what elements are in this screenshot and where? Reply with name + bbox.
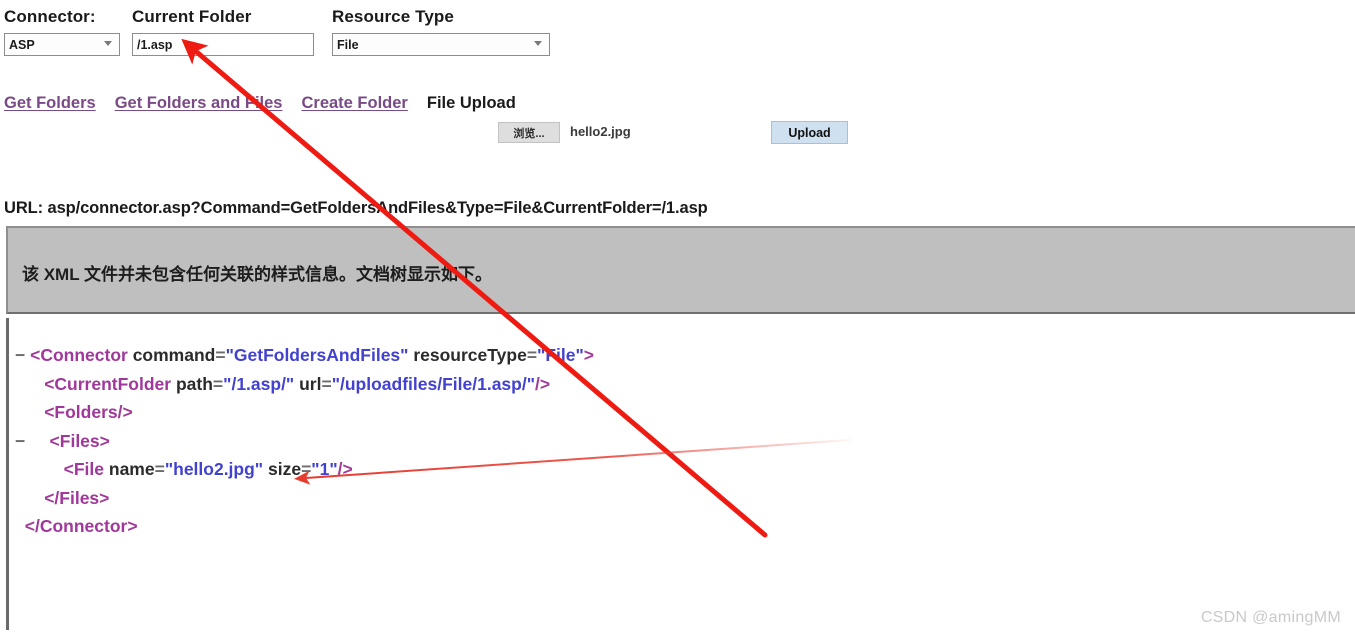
xml-tw: < — [44, 402, 55, 422]
link-get-folders-and-files[interactable]: Get Folders and Files — [115, 94, 283, 113]
connector-label: Connector: — [4, 7, 96, 26]
xml-tag: Folders — [54, 402, 118, 422]
xml-indent — [15, 402, 44, 422]
xml-eq: = — [526, 345, 538, 365]
xml-tw: </ — [24, 516, 40, 536]
xml-eq: = — [301, 459, 312, 479]
page-root: Connector: ASP Current Folder /1.asp Res… — [0, 0, 1355, 635]
resource-type-label: Resource Type — [332, 7, 454, 26]
upload-button[interactable]: Upload — [771, 121, 848, 144]
xml-line: − <Files> — [15, 427, 594, 456]
chevron-down-icon — [104, 40, 113, 49]
xml-tw: > — [99, 430, 110, 451]
xml-indent — [15, 459, 64, 479]
xml-line: <Folders/> — [15, 398, 594, 427]
current-folder-field-group: Current Folder /1.asp — [132, 6, 314, 56]
selected-file-name: hello2.jpg — [570, 124, 631, 139]
xml-attr: command — [127, 345, 216, 365]
chevron-down-icon — [534, 40, 543, 49]
resource-type-field-group: Resource Type File — [332, 6, 550, 56]
resource-type-select[interactable]: File — [332, 33, 550, 56]
resource-type-select-value: File — [337, 37, 359, 52]
xml-tw: > — [583, 345, 595, 365]
xml-val: "File" — [537, 345, 584, 365]
xml-tw: > — [99, 487, 110, 508]
xml-tree: − <Connector command="GetFoldersAndFiles… — [15, 341, 594, 541]
xml-eq: = — [154, 459, 165, 479]
collapse-toggle-icon[interactable]: − — [15, 431, 50, 451]
xml-tw: < — [49, 430, 60, 451]
xml-val: "/1.asp/" — [223, 373, 295, 394]
csdn-watermark: CSDN @amingMM — [1200, 609, 1341, 626]
xml-eq: = — [321, 373, 332, 394]
xml-tw: > — [127, 516, 138, 536]
xml-indent — [15, 488, 44, 508]
xml-tag: CurrentFolder — [54, 373, 172, 394]
browse-button[interactable]: 浏览... — [498, 122, 560, 143]
connector-field-group: Connector: ASP — [4, 6, 120, 56]
xml-tw: </ — [44, 487, 60, 508]
xml-document-tree-panel: − <Connector command="GetFoldersAndFiles… — [6, 318, 1355, 630]
xml-tag: File — [73, 459, 105, 479]
collapse-toggle-icon[interactable]: − — [15, 345, 30, 365]
xml-line: − <Connector command="GetFoldersAndFiles… — [15, 341, 594, 370]
xml-line: </Connector> — [15, 512, 594, 541]
current-folder-input[interactable]: /1.asp — [132, 33, 314, 56]
file-upload-label: File Upload — [426, 94, 516, 112]
command-links-row: Get Folders Get Folders and Files Create… — [4, 94, 516, 118]
xml-style-notice-text: 该 XML 文件并未包含任何关联的样式信息。文档树显示如下。 — [22, 265, 493, 284]
xml-attr: path — [171, 373, 213, 394]
link-get-folders[interactable]: Get Folders — [4, 94, 96, 113]
xml-indent — [15, 516, 25, 536]
xml-line: <CurrentFolder path="/1.asp/" url="/uplo… — [15, 370, 594, 399]
xml-val: "1" — [311, 459, 338, 479]
xml-tag: Files — [59, 487, 100, 508]
link-create-folder[interactable]: Create Folder — [301, 94, 407, 113]
xml-tw: /> — [337, 459, 353, 479]
xml-tw: < — [30, 345, 41, 365]
xml-attr: resourceType — [408, 345, 527, 365]
xml-indent — [15, 374, 44, 394]
xml-tw: < — [44, 373, 55, 394]
xml-eq: = — [212, 373, 224, 394]
xml-tag: Connector — [39, 516, 128, 536]
connector-select[interactable]: ASP — [4, 33, 120, 56]
xml-eq: = — [215, 345, 226, 365]
xml-val: "/uploadfiles/File/1.asp/" — [331, 373, 536, 394]
xml-tw: /> — [117, 402, 133, 422]
xml-attr: size — [263, 459, 302, 479]
xml-attr: url — [294, 373, 322, 394]
xml-tag: Files — [59, 430, 100, 451]
current-folder-value: /1.asp — [137, 37, 173, 52]
xml-style-notice-banner: 该 XML 文件并未包含任何关联的样式信息。文档树显示如下。 — [6, 226, 1355, 314]
xml-line: </Files> — [15, 484, 594, 513]
connector-select-value: ASP — [9, 37, 35, 52]
xml-tw: /> — [535, 373, 551, 394]
xml-attr: name — [104, 459, 155, 479]
xml-tw: < — [63, 459, 74, 479]
xml-line: <File name="hello2.jpg" size="1"/> — [15, 455, 594, 484]
request-url-text: URL: asp/connector.asp?Command=GetFolder… — [4, 199, 708, 217]
current-folder-label: Current Folder — [132, 7, 252, 26]
connector-form-row: Connector: ASP Current Folder /1.asp Res… — [0, 6, 1355, 70]
xml-val: "GetFoldersAndFiles" — [225, 345, 409, 365]
xml-tag: Connector — [40, 345, 128, 365]
xml-val: "hello2.jpg" — [164, 459, 264, 479]
